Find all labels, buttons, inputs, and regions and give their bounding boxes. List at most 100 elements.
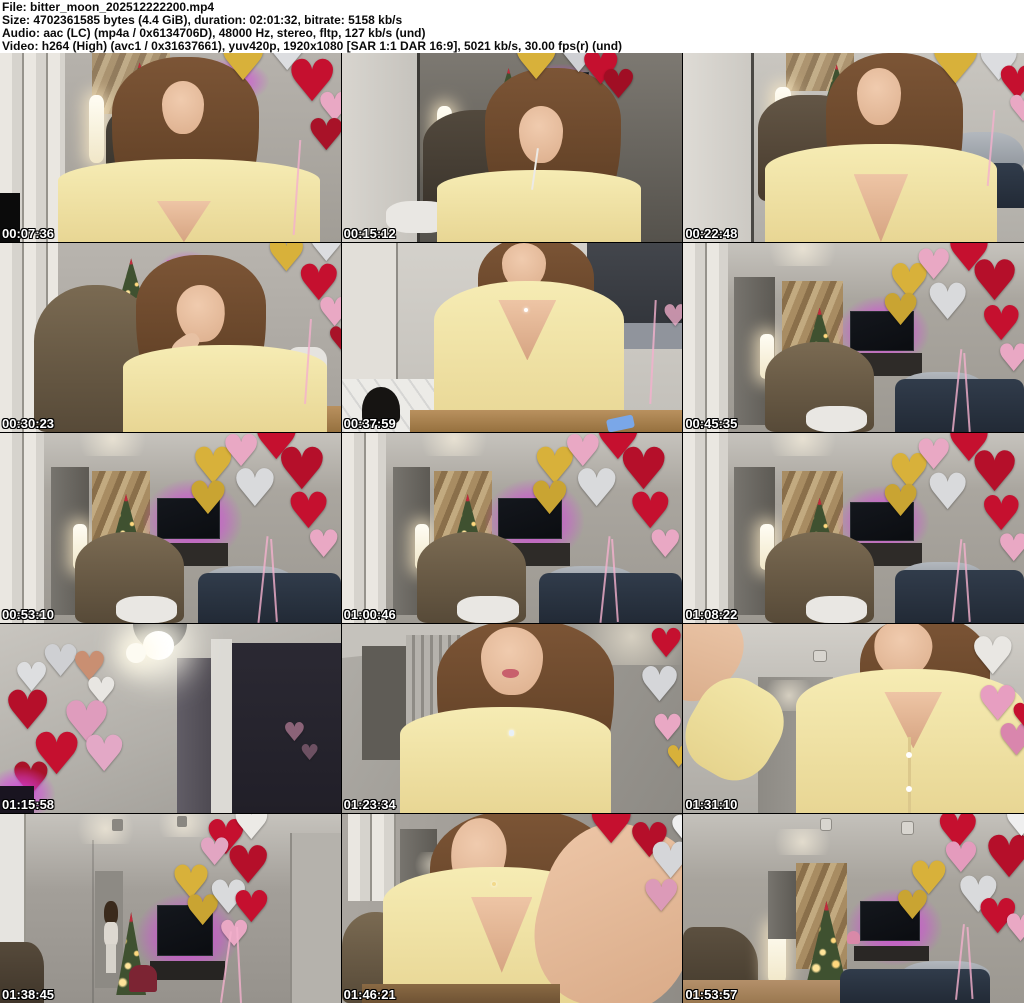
right-wall [289,832,341,1003]
video-thumbnail: ♥ ♥ ♥ ♥ ♥ ♥ ♥ ♥ ♥ 01:38:45 [0,813,341,1003]
balloon-heart-icon: ♥ [638,657,682,714]
timestamp: 00:53:10 [2,606,55,622]
video-thumbnail: ♥ ♥ ♥ ♥ ♥ ♥ ♥ ♥ ♥ ♥ ♥ 01:15:58 [0,623,341,813]
spotlight-can [901,821,914,835]
ceiling-light-spot [68,433,157,457]
spotlight-can [177,815,188,828]
balloon-heart-icon: ♥ [996,525,1024,570]
balloon-heart-icon: ♥ [529,470,571,525]
necklace-pendant [508,729,514,736]
timestamp: 01:08:22 [685,606,738,622]
ceiling-light-spot [765,828,841,856]
file-info-header: File: bitter_moon_202512222200.mp4 Size:… [0,0,1024,53]
pillow [805,405,868,433]
sideboard [853,946,929,962]
video-thumbnail: ♥ ♥ ♥ ♥ ♥ ♥ ♥ ♥ 00:45:35 [683,243,1024,433]
video-thumbnail: ♥ ♥ ♥ ♥ ♥ 00:30:23 [0,243,341,433]
balloon-heart-icon: ♥ [1006,88,1024,130]
person-cardigan [122,345,328,433]
timestamp: 00:22:48 [685,226,738,242]
timestamp: 01:38:45 [2,986,55,1002]
wardrobe [0,433,45,623]
timestamp: 01:46:21 [343,986,396,1002]
person-standing-legs [106,944,116,973]
balloon-heart-icon: ♥ [648,521,683,566]
video-thumbnail: ♥ ♥ ♥ ♥ 00:22:48 [683,53,1024,243]
button-placket [908,737,912,813]
spotlight-can [819,817,832,831]
couch [539,573,683,623]
necklace-pendant [523,307,528,312]
spotlight-can [812,650,827,662]
person-face [518,105,564,163]
balloon-heart-icon: ♥ [600,62,637,109]
timestamp: 01:15:58 [2,796,55,812]
balloon-heart-icon: ♥ [306,521,341,566]
desk [409,409,683,433]
sideboard [149,961,225,981]
balloon-heart-icon: ♥ [996,335,1024,380]
balloon-heart-icon: ♥ [669,814,683,851]
spotlight-can [112,819,123,831]
window-frame [211,638,232,813]
balloon-heart-icon: ♥ [928,53,983,98]
timestamp: 01:23:34 [343,796,396,812]
red-chair [129,965,157,992]
person-top [399,706,611,813]
couch [840,968,990,1003]
video-thumbnail: ♥ 00:37:59 [341,243,683,433]
ceiling-light-spot [758,433,847,457]
wardrobe [341,433,386,623]
balloon-heart-icon: ♥ [1003,813,1024,847]
balloon-heart-icon: ♥ [231,813,272,851]
video-thumbnail: ♥ ♥ ♥ ♥ ♥ ♥ ♥ ♥ 00:53:10 [0,433,341,623]
balloon-heart-icon: ♥ [511,53,561,92]
timestamp: 00:37:59 [343,416,396,432]
balloon-heart-icon: ♥ [969,626,1017,687]
balloon-heart-icon: ♥ [925,463,971,522]
video-thumbnail: ♥ ♥ ♥ ♥ ♥ 01:46:21 [341,813,683,1003]
white-door [683,53,755,243]
couch [197,573,341,623]
ceiling-light-spot [758,243,847,266]
timestamp: 01:00:46 [343,606,396,622]
person-cardigan [437,170,642,243]
timestamp: 00:45:35 [685,416,738,432]
balloon-heart-icon: ♥ [306,110,341,162]
hall-doorway [768,870,796,939]
couch [894,569,1024,623]
balloon-heart-icon: ♥ [661,298,683,334]
ceiling-light-spot [68,813,144,845]
timestamp: 00:15:12 [343,226,396,242]
balloon-heart-icon: ♥ [218,53,269,94]
floor-lamp [88,94,104,163]
video-thumbnail: ♥ ♥ ♥ ♥ ♥ ♥ ♥ ♥ 01:00:46 [341,433,683,623]
balloon-heart-icon: ♥ [231,459,279,520]
ceiling-light-spot [409,433,499,457]
flowers [846,931,861,945]
balloon-heart-icon: ♥ [894,883,931,930]
person-standing-top [103,921,118,947]
video-thumbnail: ♥ ♥ ♥ ♥ ♥ ♥ ♥ ♥ 01:08:22 [683,433,1024,623]
balloon-heart-icon: ♥ [218,913,251,955]
curtain [177,657,215,813]
video-thumbnail: ♥ ♥ ♥ ♥ ♥ 00:07:36 [0,53,341,243]
couch [894,379,1024,433]
balloon-heart-icon: ♥ [81,725,127,784]
balloon-reflection: ♥ [299,740,320,766]
balloon-heart-icon: ♥ [641,871,681,923]
video-thumbnail: ♥ ♥ ♥ ♥ 00:15:12 [341,53,683,243]
balloon-heart-icon: ♥ [187,470,229,525]
pillow [805,596,868,623]
thumbnail-grid: ♥ ♥ ♥ ♥ ♥ 00:07:36 ♥ ♥ ♥ ♥ 00:15:12 ♥ ♥ … [0,53,1024,1003]
balloon-heart-icon: ♥ [1010,700,1024,736]
timestamp: 01:53:57 [685,986,738,1002]
balloon-heart-icon: ♥ [665,739,683,775]
pillow [457,596,519,623]
video-thumbnail: ♥ ♥ ♥ ♥ 01:31:10 [683,623,1024,813]
wardrobe [683,243,728,433]
lamp-bulb [143,631,174,660]
contact-sheet: File: bitter_moon_202512222200.mp4 Size:… [0,0,1024,1003]
pillow [115,596,178,623]
timestamp: 00:07:36 [2,226,55,242]
